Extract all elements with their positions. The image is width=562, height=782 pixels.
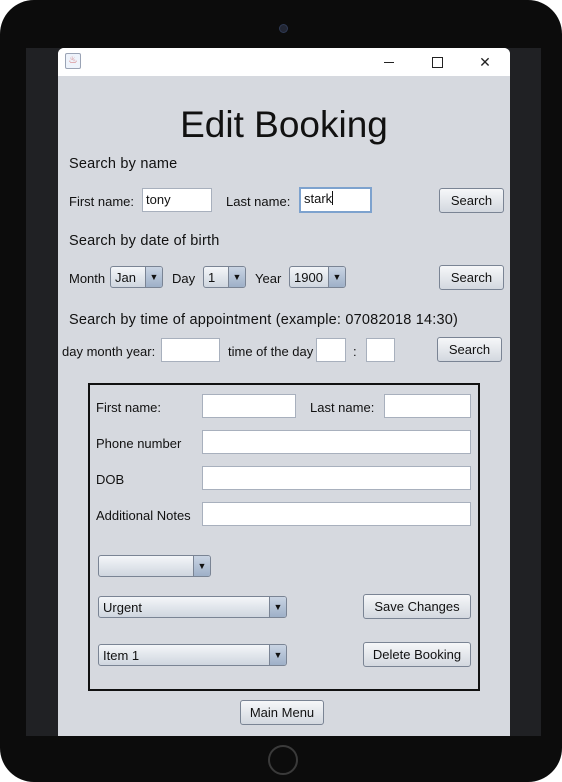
additional-notes-field[interactable] [202,502,471,526]
java-app-icon: ♨ [65,53,81,69]
day-select[interactable]: 1 ▼ [203,266,246,288]
item-select[interactable]: Item 1 ▼ [98,644,287,666]
time-of-day-label: time of the day [228,344,314,359]
search-by-dob-heading: Search by date of birth [69,233,220,249]
close-icon: ✕ [479,53,491,70]
minimize-button[interactable] [366,48,412,76]
priority-select[interactable]: Urgent ▼ [98,596,287,618]
chevron-down-icon: ▼ [328,267,345,287]
dob-label: DOB [96,472,125,487]
item-value: Item 1 [103,648,140,663]
detail-first-name-label: First name: [96,400,162,415]
dob-field[interactable] [202,466,471,490]
save-changes-button[interactable]: Save Changes [363,594,471,619]
search-last-name-field[interactable]: stark [299,187,372,213]
search-last-name-value: stark [304,191,333,206]
page-title: Edit Booking [180,104,388,145]
detail-first-name-field[interactable] [202,394,296,418]
phone-number-field[interactable] [202,430,471,454]
search-by-name-heading: Search by name [69,156,178,172]
year-select[interactable]: 1900 ▼ [289,266,346,288]
text-caret [332,191,334,205]
delete-booking-button[interactable]: Delete Booking [363,642,471,667]
appointment-hour-field[interactable] [316,338,346,362]
minimize-icon [384,61,394,63]
appointment-minute-field[interactable] [366,338,395,362]
home-button[interactable] [268,745,298,775]
month-label: Month [69,271,106,286]
main-menu-button[interactable]: Main Menu [240,700,324,725]
booking-details-panel: First name: Last name: Phone number DOB … [88,383,480,691]
day-label: Day [172,271,196,286]
chevron-down-icon: ▼ [193,556,210,576]
month-select[interactable]: Jan ▼ [110,266,163,288]
edit-booking-window: ♨ ✕ Edit Booking Search by name First na… [58,48,510,736]
phone-number-label: Phone number [96,436,182,451]
search-by-time-heading: Search by time of appointment (example: … [69,312,459,328]
search-by-dob-button[interactable]: Search [439,265,504,290]
chevron-down-icon: ▼ [269,645,286,665]
search-first-name-label: First name: [69,194,135,209]
time-colon: : [353,344,357,359]
maximize-button[interactable] [414,48,460,76]
maximize-icon [431,56,443,68]
detail-last-name-label: Last name: [310,400,375,415]
blank-select[interactable]: ▼ [98,555,211,577]
detail-last-name-field[interactable] [384,394,471,418]
search-by-time-button[interactable]: Search [437,337,502,362]
front-camera [279,24,288,33]
close-button[interactable]: ✕ [462,48,508,76]
priority-value: Urgent [103,600,143,615]
search-by-name-button[interactable]: Search [439,188,504,213]
title-bar: ♨ ✕ [58,48,510,76]
chevron-down-icon: ▼ [228,267,245,287]
search-last-name-label: Last name: [226,194,291,209]
day-month-year-label: day month year: [62,344,156,359]
search-first-name-field[interactable]: tony [142,188,212,212]
month-value: Jan [115,270,136,285]
year-value: 1900 [294,270,323,285]
additional-notes-label: Additional Notes [96,508,191,523]
chevron-down-icon: ▼ [145,267,162,287]
day-value: 1 [208,270,216,285]
chevron-down-icon: ▼ [269,597,286,617]
appointment-date-field[interactable] [161,338,220,362]
year-label: Year [255,271,282,286]
